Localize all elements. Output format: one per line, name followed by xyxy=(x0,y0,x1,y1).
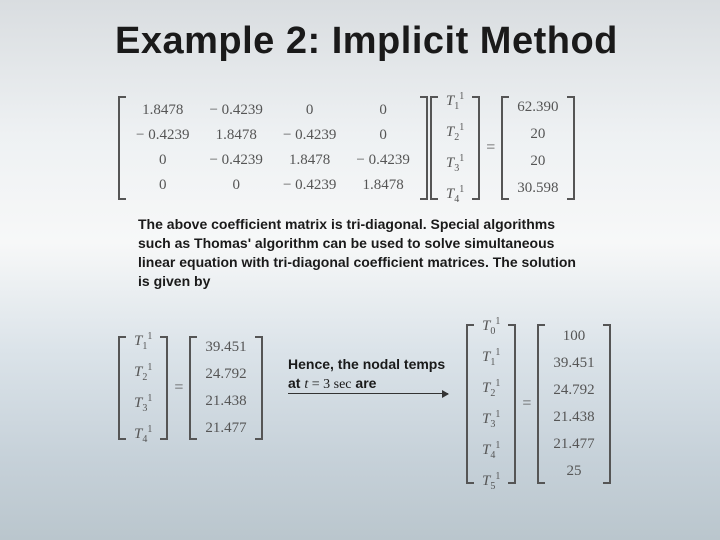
left-bracket-icon xyxy=(118,336,126,440)
right-bracket-icon xyxy=(420,96,428,200)
equals-sign: = xyxy=(516,395,537,413)
equals-sign: = xyxy=(480,139,501,157)
coefficient-matrix: 1.8478− 0.423900 − 0.42391.8478− 0.42390… xyxy=(126,98,420,198)
left-bracket-icon xyxy=(189,336,197,440)
equals-sign: = xyxy=(168,379,189,397)
solution-equation: T11 T21 T31 T41 = 39.451 24.792 21.438 2… xyxy=(118,325,263,451)
nodal-temps-equation: T01 T11 T21 T31 T41 T51 = 100 39.451 24.… xyxy=(466,310,611,498)
left-bracket-icon xyxy=(537,324,545,484)
right-bracket-icon xyxy=(472,96,480,200)
arrow-icon xyxy=(288,393,448,394)
right-bracket-icon xyxy=(603,324,611,484)
unknown-vector: T11 T21 T31 T41 xyxy=(438,85,472,211)
description-paragraph: The above coefficient matrix is tri-diag… xyxy=(138,215,578,291)
rhs-vector: 62.390 20 20 30.598 xyxy=(509,93,566,203)
matrix-equation: 1.8478− 0.423900 − 0.42391.8478− 0.42390… xyxy=(118,85,575,211)
nodal-temps-text: Hence, the nodal temps at t = 3 sec are xyxy=(288,355,448,395)
right-bracket-icon xyxy=(255,336,263,440)
left-bracket-icon xyxy=(430,96,438,200)
right-bracket-icon xyxy=(160,336,168,440)
nodal-values: 100 39.451 24.792 21.438 21.477 25 xyxy=(545,322,602,486)
nodal-unknowns: T01 T11 T21 T31 T41 T51 xyxy=(474,310,508,498)
solution-unknowns: T11 T21 T31 T41 xyxy=(126,325,160,451)
left-bracket-icon xyxy=(118,96,126,200)
left-bracket-icon xyxy=(501,96,509,200)
solution-values: 39.451 24.792 21.438 21.477 xyxy=(197,333,254,443)
right-bracket-icon xyxy=(567,96,575,200)
left-bracket-icon xyxy=(466,324,474,484)
right-bracket-icon xyxy=(508,324,516,484)
slide-title: Example 2: Implicit Method xyxy=(115,20,618,63)
